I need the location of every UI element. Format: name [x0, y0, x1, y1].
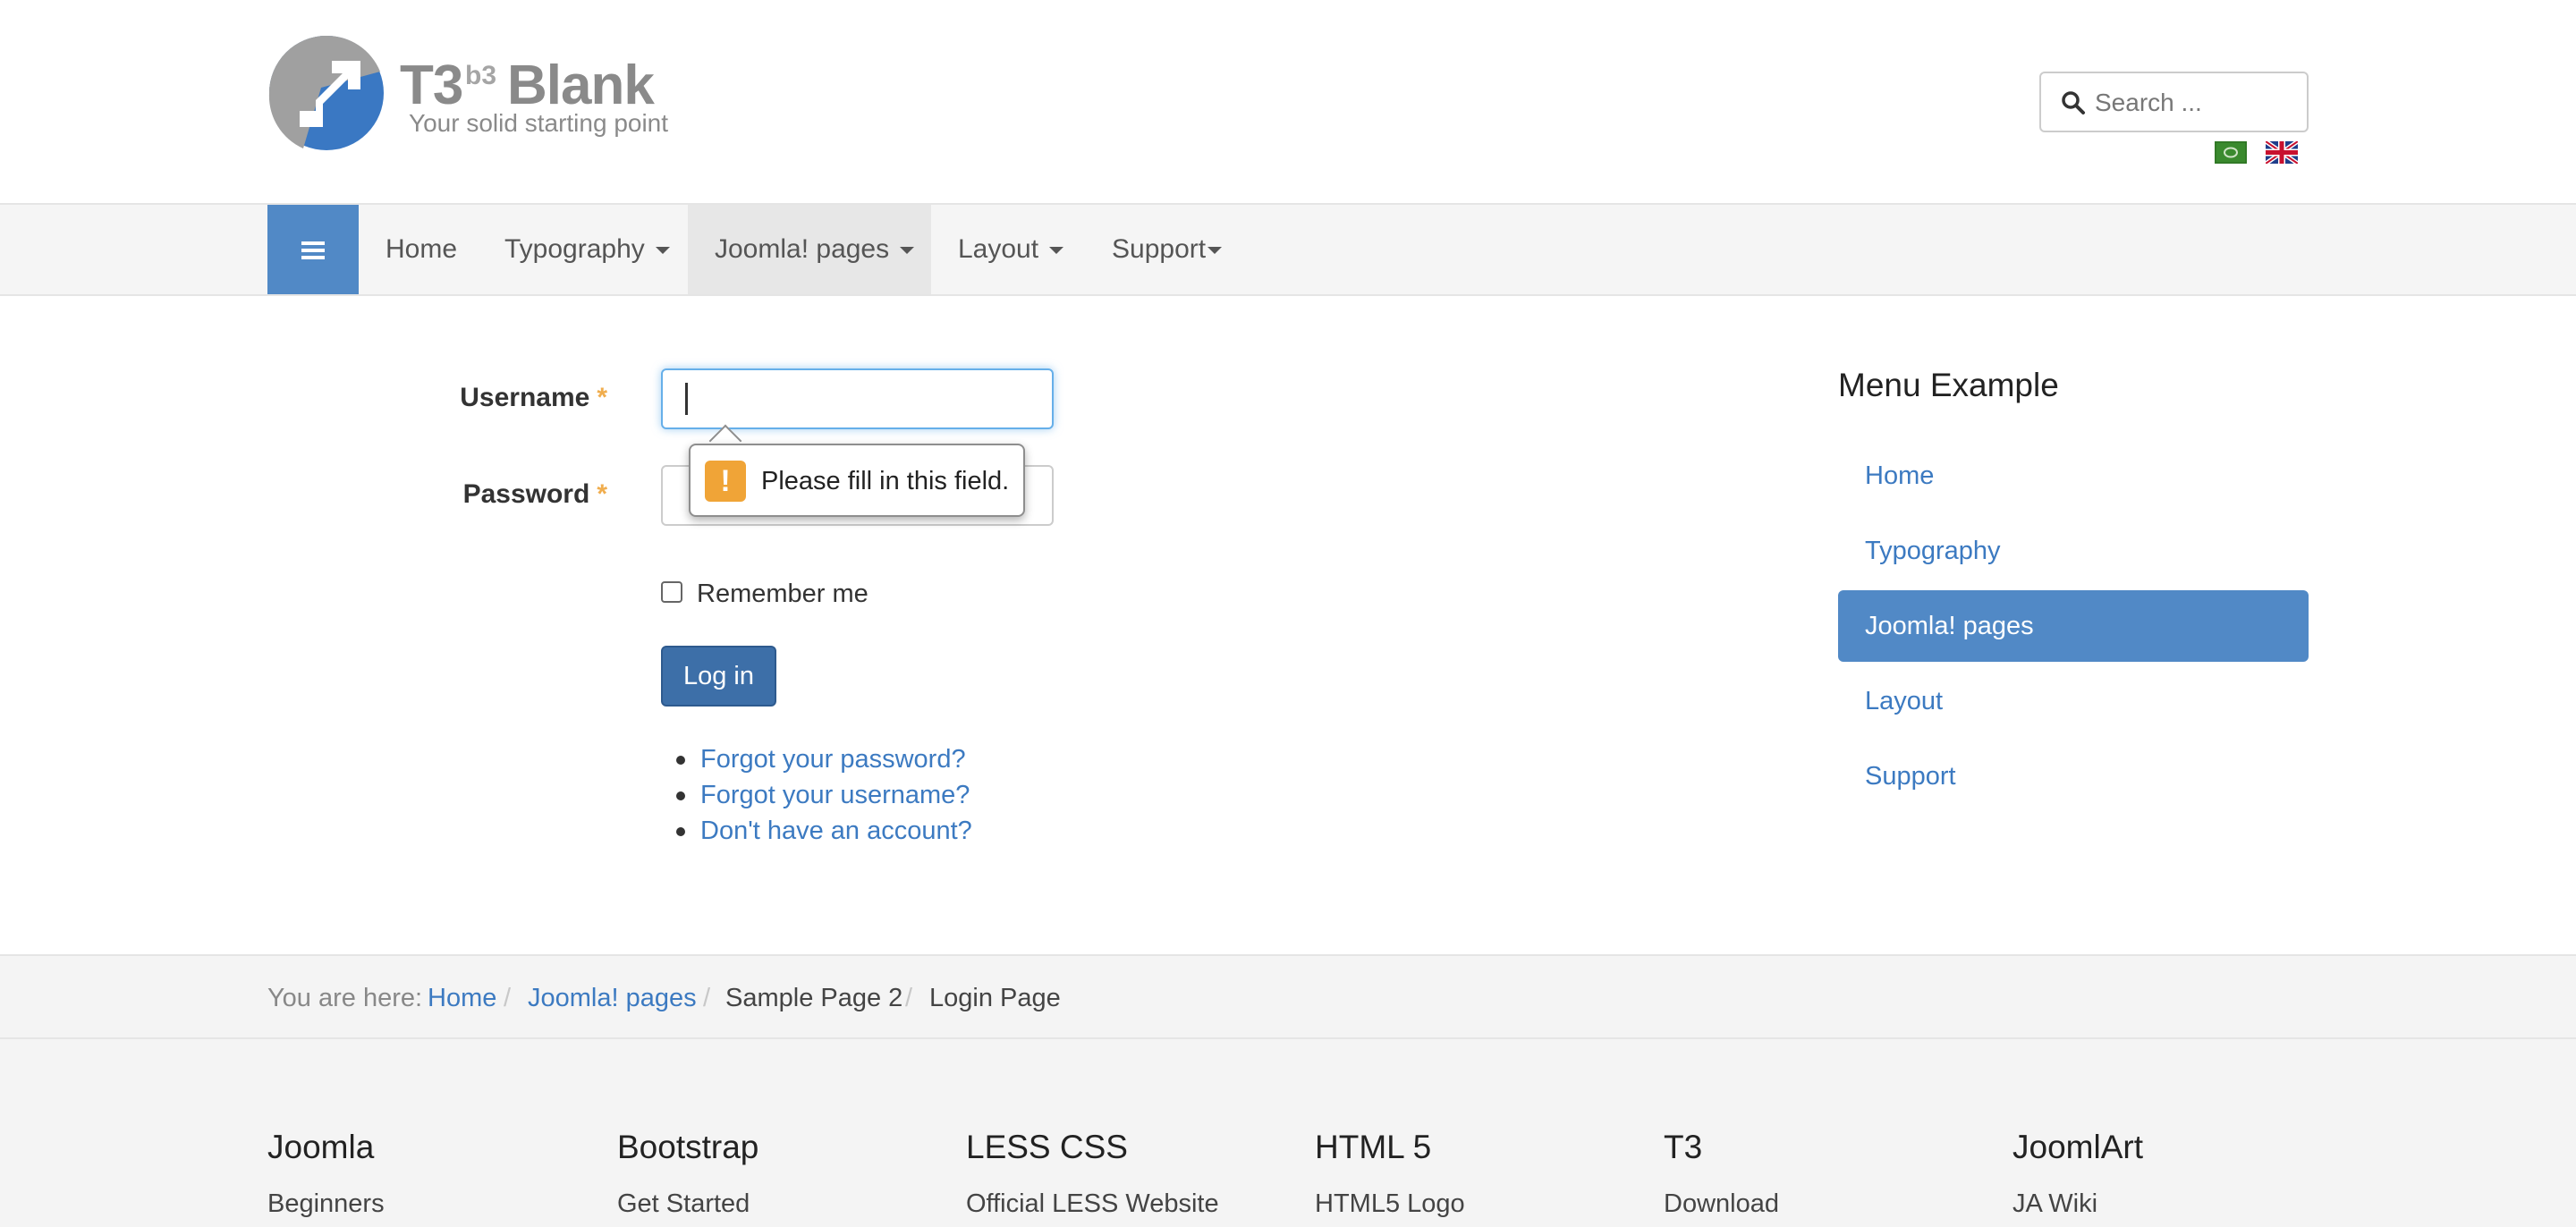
forgot-password-link[interactable]: Forgot your password? — [700, 745, 966, 774]
breadcrumb-joomla-pages[interactable]: Joomla! pages — [528, 984, 697, 1013]
arabic-flag-icon[interactable] — [2215, 141, 2247, 164]
sidebar-item-support[interactable]: Support — [1838, 740, 2309, 812]
site-logo[interactable]: T3 b3 Blank Your solid starting point — [267, 34, 668, 152]
breadcrumb-prefix: You are here: — [267, 984, 423, 1012]
breadcrumb-home[interactable]: Home — [428, 984, 496, 1013]
username-field[interactable] — [661, 368, 1054, 429]
search-icon — [2062, 91, 2085, 114]
footer-link[interactable]: HTML5 Logo — [1315, 1189, 1465, 1219]
password-label: Password * — [462, 479, 607, 509]
register-link[interactable]: Don't have an account? — [700, 817, 972, 845]
remember-checkbox[interactable] — [661, 581, 682, 603]
breadcrumb-separator: / — [504, 984, 512, 1012]
list-item: Forgot your password? — [676, 741, 972, 777]
site-footer — [0, 1039, 2576, 1227]
footer-heading: HTML 5 — [1315, 1129, 1432, 1165]
footer-link[interactable]: JA Wiki — [2012, 1189, 2097, 1219]
sidebar-title: Menu Example — [1838, 367, 2059, 403]
nav-item-label: Layout — [958, 234, 1039, 264]
search-input[interactable] — [2095, 80, 2301, 125]
nav-item-layout[interactable]: Layout — [931, 205, 1090, 294]
sidebar-item-home[interactable]: Home — [1838, 440, 2309, 512]
caret-down-icon — [1049, 247, 1064, 255]
breadcrumb: You are here: Home / Joomla! pages / Sam… — [0, 954, 2576, 1039]
username-label: Username * — [460, 383, 607, 412]
breadcrumb-sample-page: Sample Page 2 — [725, 984, 903, 1012]
nav-item-label: Joomla! pages — [715, 234, 890, 264]
caret-down-icon — [900, 247, 915, 255]
required-mark: * — [597, 479, 607, 509]
list-item: Don't have an account? — [676, 813, 972, 849]
nav-item-label: Support — [1112, 234, 1207, 264]
sidebar-item-joomla-pages[interactable]: Joomla! pages — [1838, 590, 2309, 662]
nav-item-joomla-pages[interactable]: Joomla! pages — [688, 205, 931, 294]
footer-link[interactable]: Download — [1664, 1189, 1779, 1219]
caret-down-icon — [1208, 247, 1223, 255]
breadcrumb-separator: / — [703, 984, 711, 1012]
search-box[interactable] — [2039, 72, 2309, 132]
breadcrumb-separator: / — [905, 984, 913, 1012]
logo-title: T3 — [400, 55, 463, 116]
footer-heading: Bootstrap — [617, 1129, 759, 1165]
footer-heading: T3 — [1664, 1129, 1703, 1165]
bullet — [676, 827, 685, 836]
sidebar-item-typography[interactable]: Typography — [1838, 515, 2309, 587]
nav-item-home[interactable]: Home — [359, 205, 484, 294]
english-flag-icon[interactable] — [2266, 141, 2298, 164]
validation-message: Please fill in this field. — [761, 467, 1010, 495]
login-links: Forgot your password? Forgot your userna… — [676, 741, 972, 849]
footer-heading: Joomla — [267, 1129, 375, 1165]
text-cursor — [685, 383, 688, 415]
remember-label: Remember me — [697, 580, 869, 608]
hamburger-icon — [301, 241, 325, 259]
nav-item-support[interactable]: Support — [1085, 205, 1249, 294]
logo-superscript: b3 — [465, 61, 497, 90]
main-navbar: Home Typography Joomla! pages Layout Sup… — [0, 205, 2576, 296]
forgot-username-link[interactable]: Forgot your username? — [700, 781, 970, 809]
required-mark: * — [597, 383, 607, 412]
nav-item-label: Home — [386, 234, 458, 264]
nav-item-typography[interactable]: Typography — [478, 205, 697, 294]
logo-name: Blank — [507, 55, 655, 116]
caret-down-icon — [655, 247, 670, 255]
nav-item-label: Typography — [504, 234, 645, 264]
list-item: Forgot your username? — [676, 777, 972, 813]
sidebar-item-layout[interactable]: Layout — [1838, 665, 2309, 737]
bullet — [676, 791, 685, 800]
off-canvas-toggle-button[interactable] — [267, 205, 359, 294]
logo-arrow-icon — [268, 35, 384, 150]
footer-link[interactable]: Official LESS Website — [966, 1189, 1219, 1219]
warning-icon: ! — [705, 461, 746, 502]
login-button[interactable]: Log in — [661, 646, 776, 707]
bullet — [676, 756, 685, 765]
footer-link[interactable]: Get Started — [617, 1189, 750, 1219]
validation-tooltip: ! Please fill in this field. — [689, 444, 1025, 517]
logo-slogan: Your solid starting point — [409, 109, 669, 137]
footer-link[interactable]: Beginners — [267, 1189, 385, 1219]
site-header: T3 b3 Blank Your solid starting point — [0, 0, 2576, 205]
footer-heading: JoomlArt — [2012, 1129, 2143, 1165]
breadcrumb-current: Login Page — [929, 984, 1061, 1012]
footer-heading: LESS CSS — [966, 1129, 1128, 1165]
